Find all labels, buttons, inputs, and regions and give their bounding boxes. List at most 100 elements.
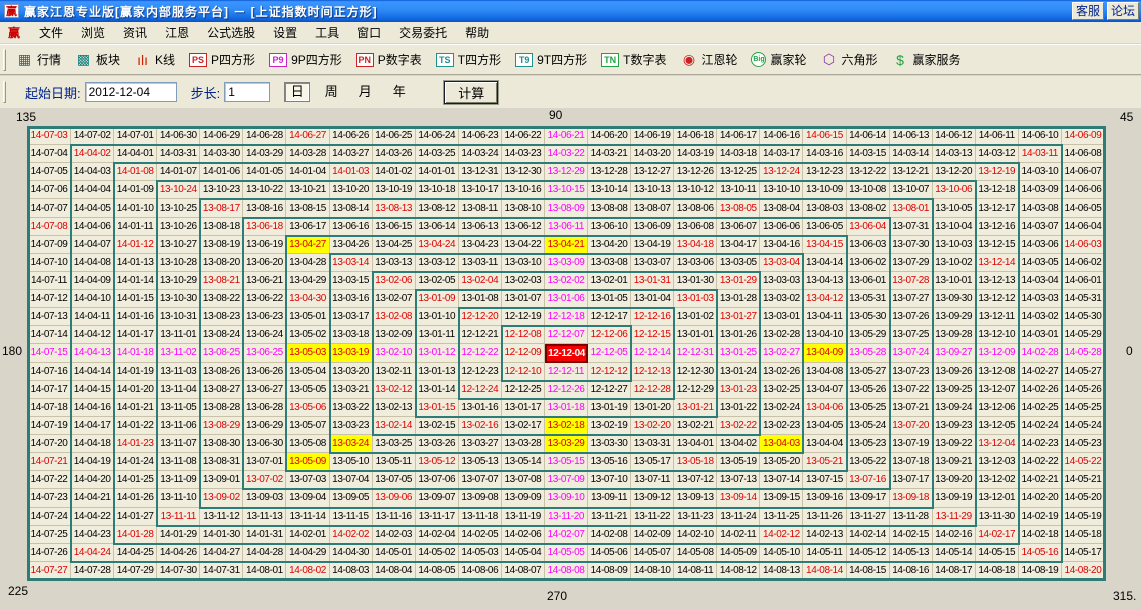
toolbar-item-hexagon[interactable]: ⬡六角形 bbox=[816, 49, 883, 70]
gann-cell: 13-08-20 bbox=[200, 254, 243, 272]
gann-cell: 14-07-02 bbox=[71, 127, 114, 145]
toolbar-drag-handle[interactable] bbox=[3, 49, 6, 71]
gann-cell: 13-06-19 bbox=[243, 236, 286, 254]
menu-item[interactable]: 浏览 bbox=[72, 22, 114, 43]
gann-cell: 14-02-20 bbox=[1019, 489, 1062, 507]
gann-cell: 14-01-27 bbox=[114, 508, 157, 526]
gann-cell: 14-06-08 bbox=[1062, 145, 1105, 163]
toolbar-item-9p-square[interactable]: P99P四方形 bbox=[264, 49, 347, 70]
gann-cell: 14-04-27 bbox=[200, 544, 243, 562]
gann-cell: 13-03-09 bbox=[545, 254, 588, 272]
gann-cell: 14-04-16 bbox=[71, 399, 114, 417]
gann-cell: 13-05-09 bbox=[286, 453, 329, 471]
gann-cell: 14-08-14 bbox=[803, 562, 846, 580]
toolbar-item-sectors[interactable]: ▩板块 bbox=[70, 49, 125, 70]
gann-cell: 14-05-26 bbox=[1062, 381, 1105, 399]
gann-cell: 12-12-13 bbox=[631, 363, 674, 381]
gann-cell: 13-10-25 bbox=[157, 199, 200, 217]
gann-cell: 13-10-17 bbox=[459, 181, 502, 199]
menu-item[interactable]: 文件 bbox=[30, 22, 72, 43]
gann-cell: 13-04-27 bbox=[286, 236, 329, 254]
period-button-周[interactable]: 周 bbox=[318, 82, 344, 102]
gann-cell: 13-01-29 bbox=[717, 272, 760, 290]
period-button-年[interactable]: 年 bbox=[386, 82, 412, 102]
gann-cell: 14-05-17 bbox=[1062, 544, 1105, 562]
gann-cell: 13-08-25 bbox=[200, 344, 243, 362]
toolbar-item-gann-wheel[interactable]: ◉江恩轮 bbox=[675, 49, 742, 70]
gann-cell: 14-03-20 bbox=[631, 145, 674, 163]
gann-cell: 13-04-29 bbox=[286, 272, 329, 290]
gann-cell: 14-03-15 bbox=[847, 145, 890, 163]
gann-cell: 13-12-10 bbox=[976, 326, 1019, 344]
menu-item[interactable]: 交易委托 bbox=[390, 22, 456, 43]
gann-cell: 13-05-28 bbox=[847, 344, 890, 362]
gann-cell: 13-10-29 bbox=[157, 272, 200, 290]
gann-cell: 14-03-11 bbox=[1019, 145, 1062, 163]
toolbar-item-p-number[interactable]: PNP数字表 bbox=[351, 49, 427, 70]
gann-cell: 13-09-12 bbox=[631, 489, 674, 507]
gann-cell: 13-07-14 bbox=[760, 471, 803, 489]
titlebar-button-service[interactable]: 客服 bbox=[1072, 2, 1104, 20]
gann-cell: 13-11-30 bbox=[976, 508, 1019, 526]
step-input[interactable] bbox=[224, 82, 270, 102]
gann-cell: 12-12-29 bbox=[674, 381, 717, 399]
gann-cell: 14-06-05 bbox=[1062, 199, 1105, 217]
menu-item[interactable]: 公式选股 bbox=[198, 22, 264, 43]
gann-cell: 13-10-27 bbox=[157, 236, 200, 254]
gann-cell: 13-09-15 bbox=[760, 489, 803, 507]
menu-item[interactable]: 江恩 bbox=[156, 22, 198, 43]
gann-cell: 14-04-29 bbox=[286, 544, 329, 562]
menu-item[interactable]: 工具 bbox=[306, 22, 348, 43]
menu-item[interactable]: 窗口 bbox=[348, 22, 390, 43]
gann-cell: 14-04-08 bbox=[71, 254, 114, 272]
gann-cell: 13-01-17 bbox=[502, 399, 545, 417]
titlebar-button-forum[interactable]: 论坛 bbox=[1107, 2, 1139, 20]
controlbar-drag-handle[interactable] bbox=[3, 81, 6, 103]
gann-cell: 13-03-04 bbox=[760, 254, 803, 272]
toolbar-item-t-square[interactable]: TST四方形 bbox=[431, 49, 506, 70]
toolbar-item-quotes[interactable]: ▦行情 bbox=[11, 49, 66, 70]
gann-cell: 13-11-27 bbox=[847, 508, 890, 526]
gann-cell: 13-03-01 bbox=[760, 308, 803, 326]
gann-cell: 13-04-13 bbox=[803, 272, 846, 290]
gann-cell: 14-05-15 bbox=[976, 544, 1019, 562]
gann-cell: 13-07-18 bbox=[890, 453, 933, 471]
toolbar-item-t-number[interactable]: TNT数字表 bbox=[596, 49, 671, 70]
gann-cell: 12-12-10 bbox=[502, 363, 545, 381]
gann-cell: 13-02-23 bbox=[760, 417, 803, 435]
toolbar-item-label: K线 bbox=[155, 51, 175, 68]
gann-cell: 14-07-21 bbox=[28, 453, 71, 471]
toolbar-item-kline[interactable]: ılıK线 bbox=[129, 49, 180, 70]
gann-cell: 13-08-27 bbox=[200, 381, 243, 399]
gann-cell: 14-08-03 bbox=[330, 562, 373, 580]
gann-cell: 13-05-25 bbox=[847, 399, 890, 417]
gann-cell: 13-02-16 bbox=[459, 417, 502, 435]
toolbar-item-winner-wheel[interactable]: Big赢家轮 bbox=[746, 49, 811, 70]
gann-cell: 13-12-03 bbox=[976, 453, 1019, 471]
gann-cell: 14-07-06 bbox=[28, 181, 71, 199]
hexagon-icon: ⬡ bbox=[821, 52, 838, 67]
start-date-input[interactable] bbox=[85, 82, 177, 102]
toolbar-item-9t-square[interactable]: T99T四方形 bbox=[510, 49, 592, 70]
menu-item[interactable]: 帮助 bbox=[456, 22, 498, 43]
gann-cell: 14-01-13 bbox=[114, 254, 157, 272]
toolbar-item-winner-service[interactable]: $赢家服务 bbox=[887, 49, 966, 70]
menu-item[interactable]: 资讯 bbox=[114, 22, 156, 43]
menu-item[interactable]: 设置 bbox=[264, 22, 306, 43]
gann-cell: 13-11-08 bbox=[157, 453, 200, 471]
p-square-icon: PS bbox=[189, 53, 207, 67]
gann-cell: 13-11-05 bbox=[157, 399, 200, 417]
gann-cell: 14-02-25 bbox=[1019, 399, 1062, 417]
gann-cell: 13-09-27 bbox=[933, 344, 976, 362]
gann-cell: 14-05-01 bbox=[373, 544, 416, 562]
compute-button[interactable]: 计算 bbox=[444, 81, 498, 104]
gann-cell: 14-03-31 bbox=[157, 145, 200, 163]
gann-cell: 13-05-29 bbox=[847, 326, 890, 344]
period-button-月[interactable]: 月 bbox=[352, 82, 378, 102]
gann-cell: 14-01-05 bbox=[243, 163, 286, 181]
gann-cell: 13-11-01 bbox=[157, 326, 200, 344]
gann-cell: 14-04-21 bbox=[71, 489, 114, 507]
gann-cell: 13-02-28 bbox=[760, 326, 803, 344]
period-button-日[interactable]: 日 bbox=[284, 82, 310, 102]
toolbar-item-p-square[interactable]: PSP四方形 bbox=[184, 49, 260, 70]
